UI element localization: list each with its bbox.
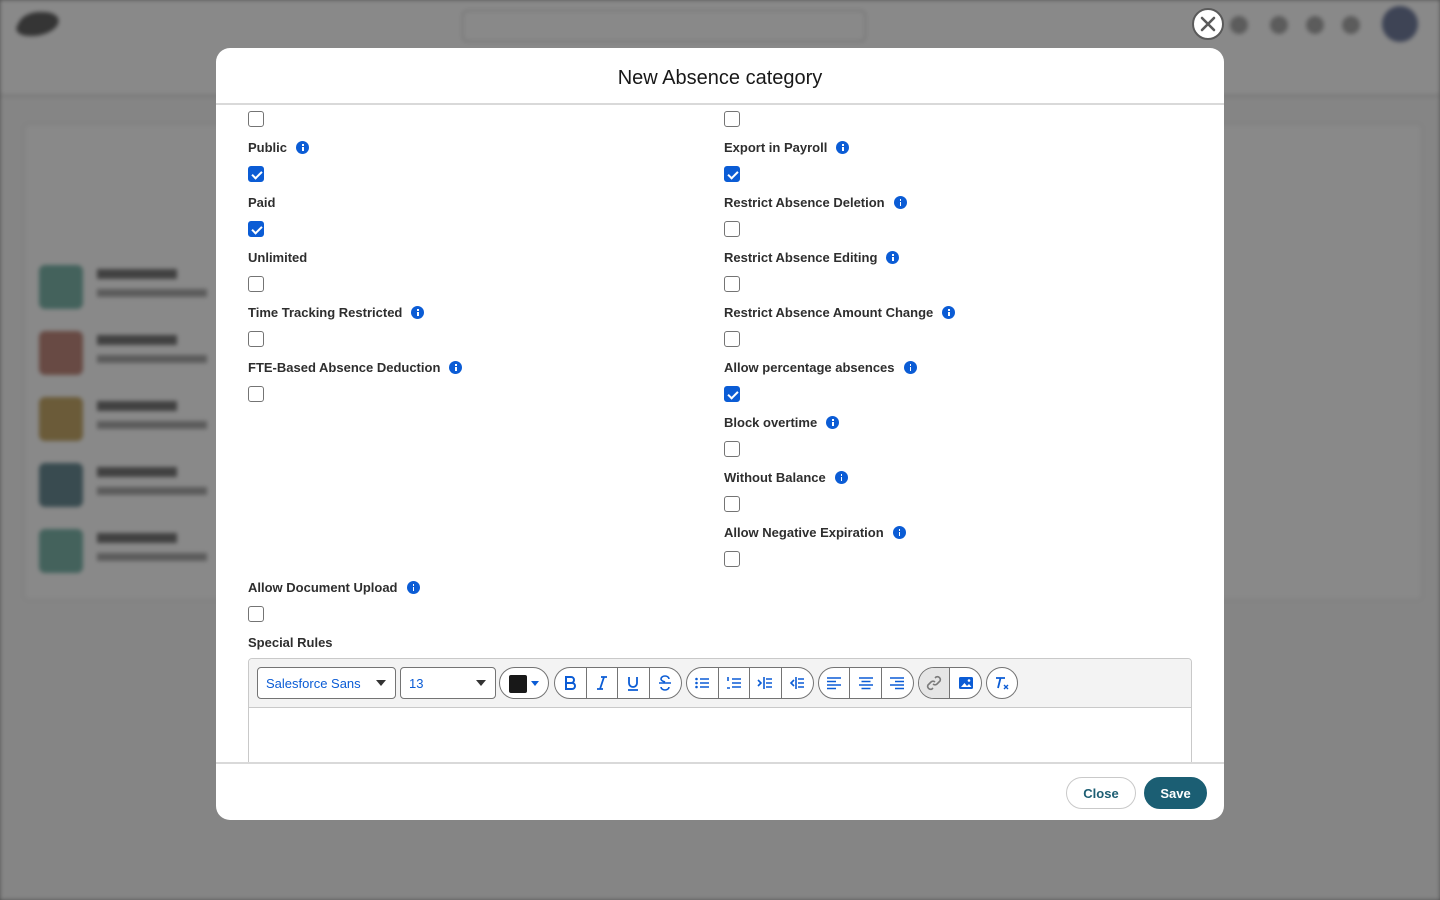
label-restrict-absence-amount-change: Restrict Absence Amount Change [724, 305, 956, 320]
font-size-select[interactable]: 13 [400, 667, 496, 699]
modal-close-button[interactable] [1192, 8, 1224, 40]
bold-button[interactable] [555, 668, 587, 698]
bold-icon [565, 676, 577, 690]
clear-group [986, 667, 1018, 699]
modal-body: Public Paid Unlimited Time Tracking Rest… [216, 105, 1224, 762]
bulleted-list-button[interactable] [687, 668, 719, 698]
label-time-tracking-restricted: Time Tracking Restricted [248, 305, 425, 320]
checkbox-fte-based-absence-deduction[interactable] [248, 386, 264, 402]
close-button[interactable]: Close [1066, 777, 1136, 809]
info-icon[interactable] [296, 141, 310, 154]
label-special-rules: Special Rules [248, 635, 333, 650]
font-family-select[interactable]: Salesforce Sans [257, 667, 396, 699]
label-restrict-absence-deletion: Restrict Absence Deletion [724, 195, 907, 210]
image-icon [958, 677, 973, 689]
indent-button[interactable] [750, 668, 782, 698]
info-icon[interactable] [886, 251, 900, 264]
clear-formatting-button[interactable] [987, 668, 1017, 698]
chevron-down-icon [376, 680, 386, 686]
checkbox-restrict-absence-editing[interactable] [724, 276, 740, 292]
checkbox-paid[interactable] [248, 221, 264, 237]
align-center-icon [858, 677, 873, 690]
modal-title: New Absence category [617, 67, 823, 89]
align-center-button[interactable] [850, 668, 882, 698]
underline-button[interactable] [618, 668, 650, 698]
checkbox-without-balance[interactable] [724, 496, 740, 512]
checkbox-public[interactable] [248, 166, 264, 182]
image-button[interactable] [950, 668, 981, 698]
info-icon[interactable] [892, 526, 906, 539]
info-icon[interactable] [406, 581, 420, 594]
label-public: Public [248, 140, 310, 155]
strikethrough-button[interactable] [650, 668, 681, 698]
close-icon [1200, 16, 1216, 32]
format-group [554, 667, 682, 699]
label-restrict-absence-editing: Restrict Absence Editing [724, 250, 900, 265]
label-export-in-payroll: Export in Payroll [724, 140, 850, 155]
align-right-button[interactable] [882, 668, 913, 698]
label-paid: Paid [248, 195, 276, 210]
modal-header: New Absence category [216, 48, 1224, 105]
checkbox-unlimited[interactable] [248, 276, 264, 292]
info-icon[interactable] [411, 306, 425, 319]
label-without-balance: Without Balance [724, 470, 848, 485]
checkbox-allow-percentage-absences[interactable] [724, 386, 740, 402]
editor-content-area[interactable] [249, 708, 1191, 762]
outdent-icon [790, 677, 805, 689]
info-icon[interactable] [893, 196, 907, 209]
chevron-down-icon [476, 680, 486, 686]
new-absence-category-modal: New Absence category Public Paid Unlimit… [216, 48, 1224, 820]
strikethrough-icon [659, 675, 672, 691]
align-group [818, 667, 914, 699]
checkbox-export-in-payroll[interactable] [724, 166, 740, 182]
editor-toolbar: Salesforce Sans 13 [249, 659, 1191, 708]
italic-icon [596, 676, 607, 690]
chevron-down-icon [531, 681, 539, 686]
checkbox-restrict-absence-deletion[interactable] [724, 221, 740, 237]
font-color-button[interactable] [499, 667, 549, 699]
checkbox-time-tracking-restricted[interactable] [248, 331, 264, 347]
info-icon[interactable] [903, 361, 917, 374]
checkbox-unlabeled-right[interactable] [724, 111, 740, 127]
underline-icon [628, 677, 639, 691]
checkbox-restrict-absence-amount-change[interactable] [724, 331, 740, 347]
align-right-icon [890, 677, 905, 690]
info-icon[interactable] [826, 416, 840, 429]
label-unlimited: Unlimited [248, 250, 308, 265]
label-fte-based-absence-deduction: FTE-Based Absence Deduction [248, 360, 463, 375]
link-button[interactable] [919, 668, 951, 698]
checkbox-block-overtime[interactable] [724, 441, 740, 457]
special-rules-editor: Salesforce Sans 13 [248, 658, 1192, 762]
info-icon[interactable] [942, 306, 956, 319]
numbered-list-button[interactable] [719, 668, 750, 698]
align-left-button[interactable] [819, 668, 851, 698]
outdent-button[interactable] [782, 668, 813, 698]
label-allow-percentage-absences: Allow percentage absences [724, 360, 917, 375]
checkbox-unlabeled-left[interactable] [248, 111, 264, 127]
align-left-icon [827, 677, 842, 690]
insert-group [918, 667, 982, 699]
numbered-list-icon [726, 677, 741, 689]
bulleted-list-icon [695, 677, 710, 689]
info-icon[interactable] [836, 141, 850, 154]
list-group [686, 667, 814, 699]
label-allow-negative-expiration: Allow Negative Expiration [724, 525, 906, 540]
clear-formatting-icon [996, 677, 1009, 690]
link-icon [926, 675, 942, 691]
indent-icon [757, 677, 773, 689]
italic-button[interactable] [587, 668, 618, 698]
color-swatch [509, 675, 527, 693]
save-button[interactable]: Save [1144, 777, 1207, 809]
info-icon[interactable] [834, 471, 848, 484]
label-block-overtime: Block overtime [724, 415, 840, 430]
info-icon[interactable] [449, 361, 463, 374]
modal-footer: Close Save [216, 762, 1224, 820]
checkbox-allow-negative-expiration[interactable] [724, 551, 740, 567]
checkbox-allow-document-upload[interactable] [248, 606, 264, 622]
label-allow-document-upload: Allow Document Upload [248, 580, 420, 595]
